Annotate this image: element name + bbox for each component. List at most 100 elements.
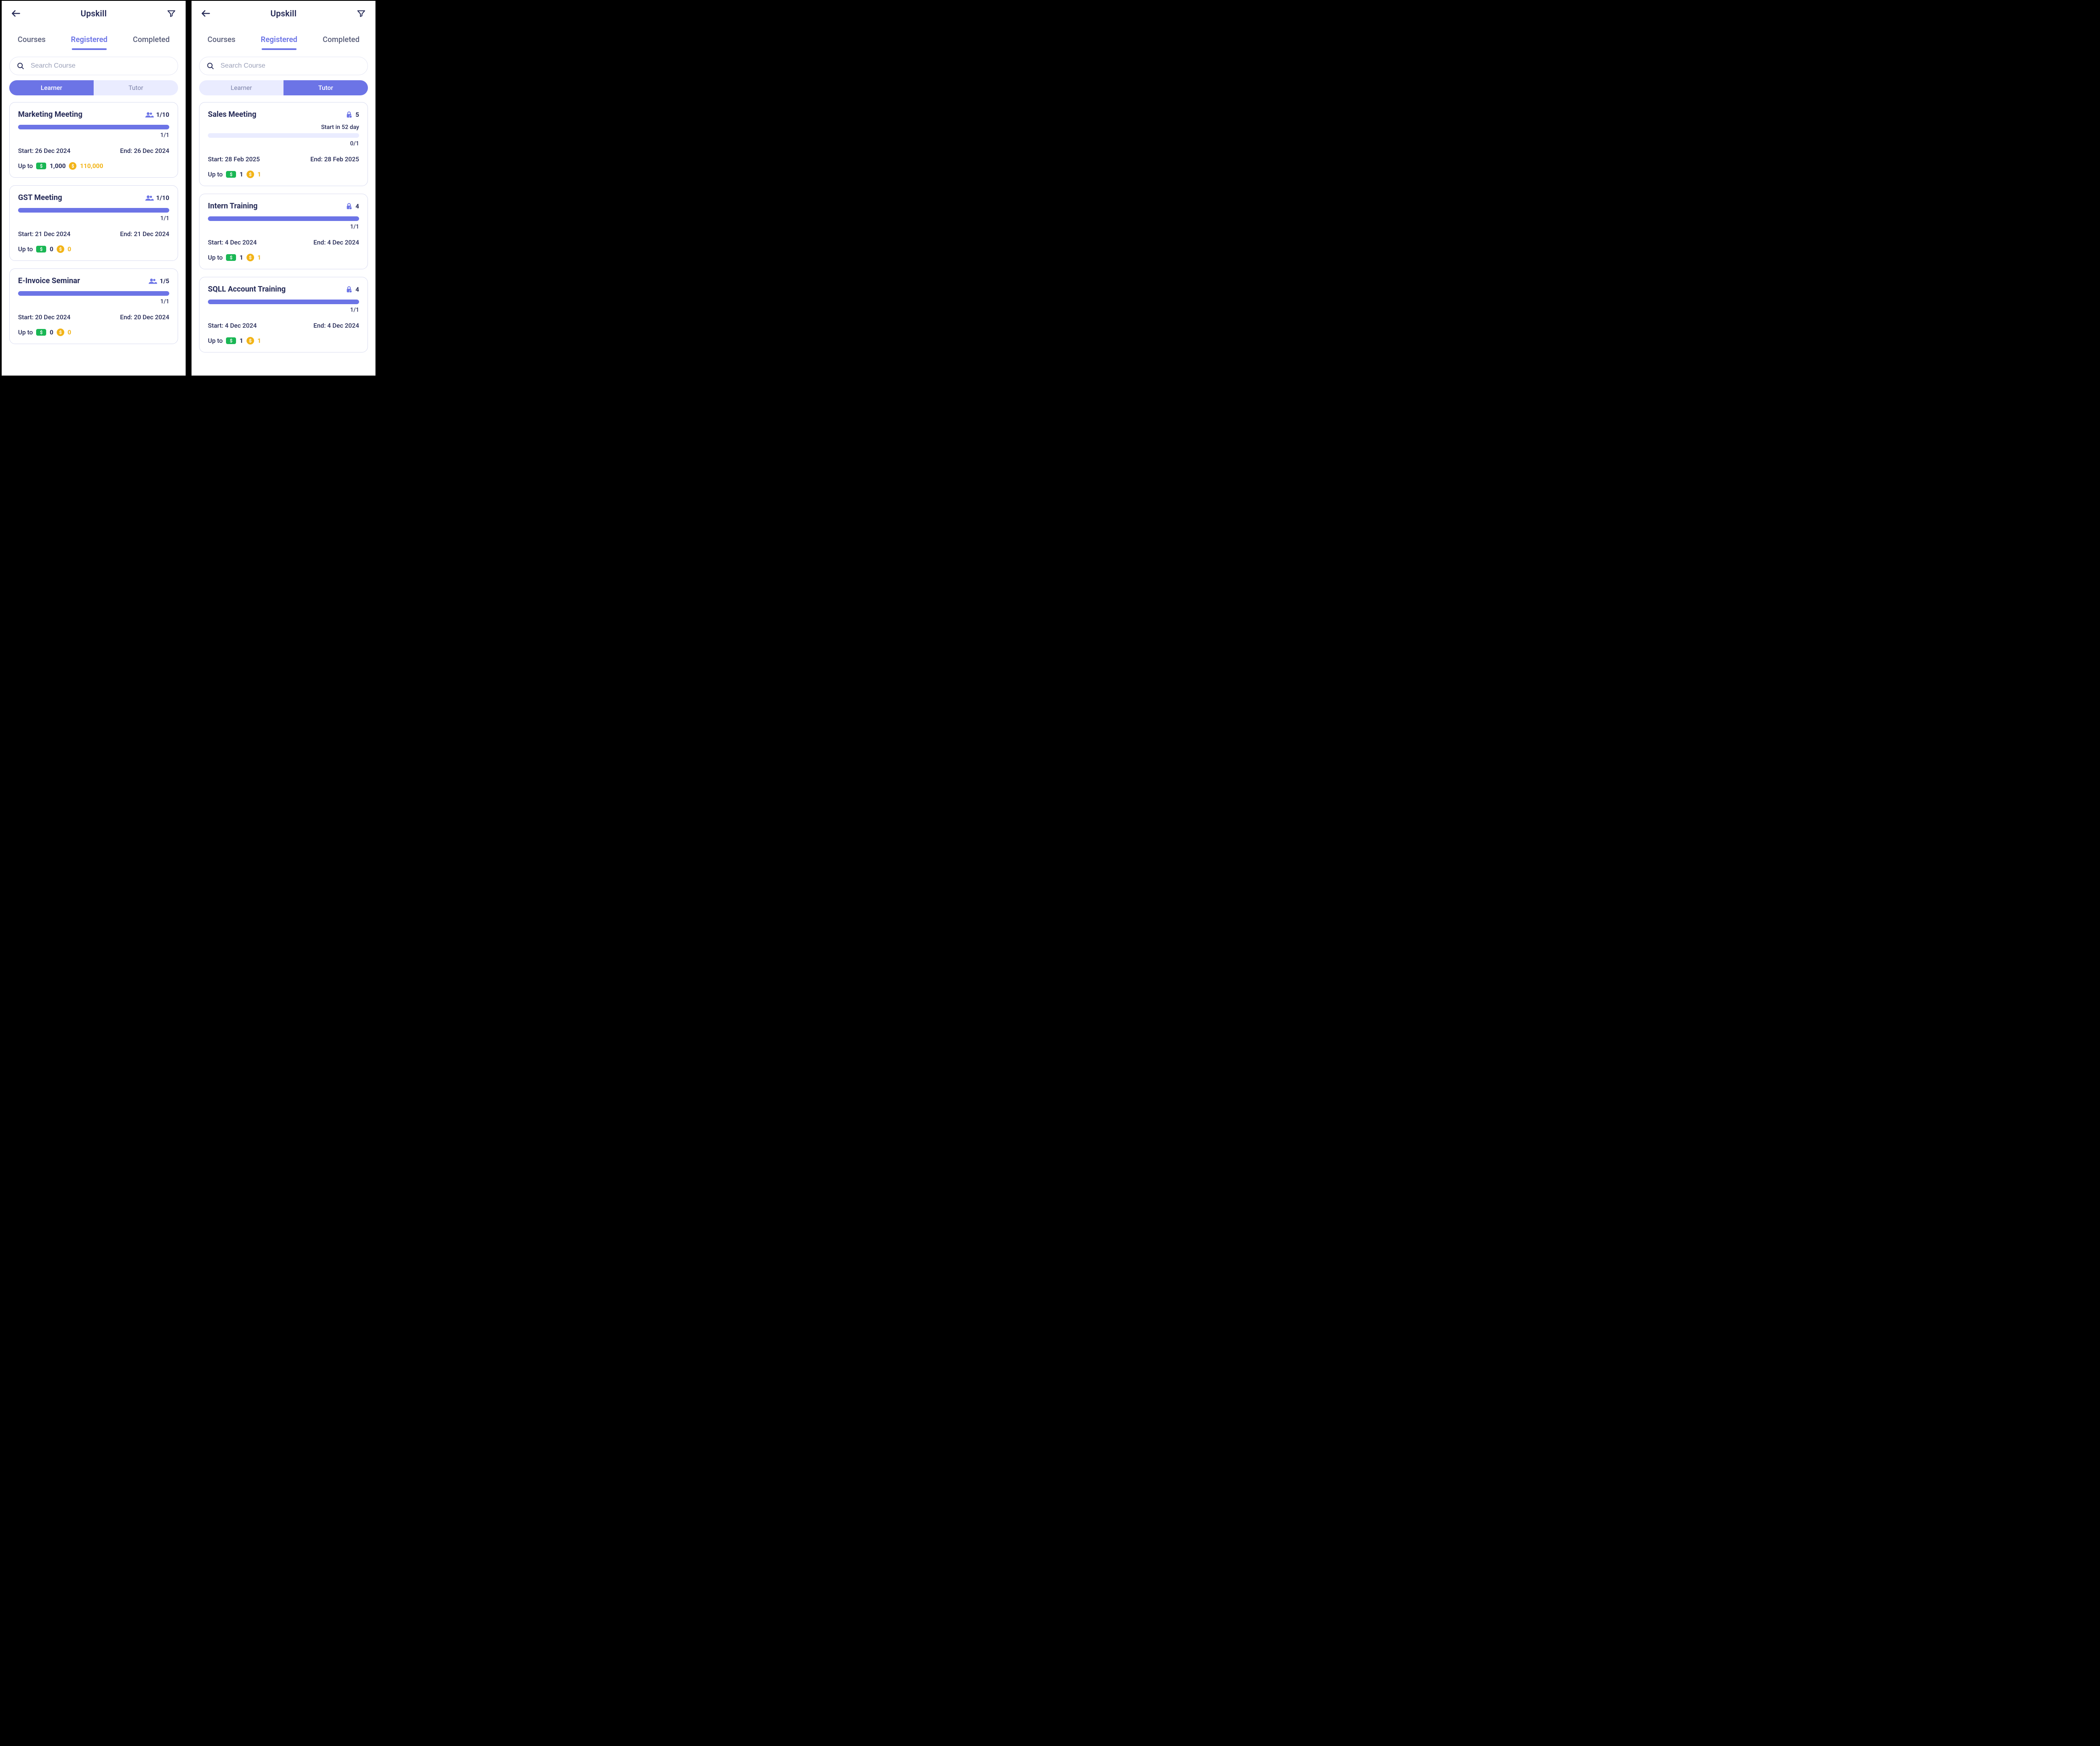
- lock-icon: [345, 286, 353, 293]
- segment-tutor[interactable]: Tutor: [94, 80, 178, 95]
- start-date: Start: 20 Dec 2024: [18, 313, 71, 321]
- search-field[interactable]: [9, 57, 178, 75]
- progress-fraction: 1/1: [18, 298, 169, 305]
- course-card[interactable]: SQLL Account Training 4 1/1 Start: 4 Dec…: [199, 277, 368, 352]
- end-date: End: 4 Dec 2024: [313, 239, 359, 246]
- progress-bar: [18, 125, 169, 129]
- date-row: Start: 4 Dec 2024 End: 4 Dec 2024: [208, 322, 359, 329]
- filter-icon: [167, 9, 176, 18]
- end-date: End: 26 Dec 2024: [120, 147, 169, 155]
- progress-fraction: 0/1: [208, 140, 359, 147]
- reward-row: Up to $ 1 $ 1: [208, 171, 359, 178]
- coin-value: 0: [68, 245, 71, 253]
- course-card[interactable]: E-Invoice Seminar 1/5 1/1 Start: 20 Dec …: [9, 268, 178, 344]
- progress-fraction: 1/1: [18, 215, 169, 222]
- upto-label: Up to: [208, 171, 223, 178]
- arrow-left-icon: [10, 8, 21, 19]
- course-title: Marketing Meeting: [18, 110, 82, 119]
- upto-label: Up to: [208, 337, 223, 344]
- start-date: Start: 26 Dec 2024: [18, 147, 71, 155]
- reward-row: Up to $ 0 $ 0: [18, 329, 169, 336]
- cash-icon: $: [36, 329, 46, 336]
- course-title: E-Invoice Seminar: [18, 276, 80, 285]
- progress-bar: [208, 300, 359, 304]
- people-icon: [145, 112, 154, 118]
- role-segment: Learner Tutor: [199, 80, 368, 95]
- course-title: SQLL Account Training: [208, 285, 286, 294]
- header-bar: Upskill: [2, 1, 186, 24]
- end-date: End: 21 Dec 2024: [120, 230, 169, 238]
- tab-registered[interactable]: Registered: [261, 35, 297, 50]
- people-icon: [149, 278, 157, 284]
- people-icon: [145, 195, 154, 201]
- capacity-count: 1/10: [145, 194, 169, 202]
- tab-courses[interactable]: Courses: [18, 35, 46, 50]
- reward-row: Up to $ 1 $ 1: [208, 254, 359, 261]
- cash-value: 1,000: [50, 162, 66, 170]
- search-input[interactable]: [220, 62, 361, 70]
- cash-value: 0: [50, 245, 53, 253]
- upto-label: Up to: [18, 162, 33, 170]
- cash-value: 1: [239, 337, 243, 344]
- coin-value: 110,000: [80, 162, 103, 170]
- capacity-count: 1/10: [145, 111, 169, 118]
- progress-fraction: 1/1: [18, 132, 169, 139]
- back-button[interactable]: [9, 7, 23, 20]
- search-input[interactable]: [30, 62, 171, 70]
- capacity-count: 1/5: [149, 277, 169, 285]
- role-segment: Learner Tutor: [9, 80, 178, 95]
- progress-bar: [18, 291, 169, 296]
- search-field[interactable]: [199, 57, 368, 75]
- course-card[interactable]: Sales Meeting 5 Start in 52 day 0/1 Star…: [199, 102, 368, 186]
- phone-tutor: Upskill Courses Registered Completed Lea…: [192, 1, 375, 376]
- coin-icon: $: [247, 171, 254, 178]
- progress-bar: [208, 216, 359, 221]
- cash-icon: $: [36, 246, 46, 252]
- end-date: End: 4 Dec 2024: [313, 322, 359, 329]
- date-row: Start: 28 Feb 2025 End: 28 Feb 2025: [208, 155, 359, 163]
- tab-completed[interactable]: Completed: [133, 35, 170, 50]
- tab-courses[interactable]: Courses: [207, 35, 236, 50]
- course-card[interactable]: Intern Training 4 1/1 Start: 4 Dec 2024 …: [199, 194, 368, 269]
- start-date: Start: 4 Dec 2024: [208, 322, 257, 329]
- course-title: Sales Meeting: [208, 110, 256, 119]
- progress-fraction: 1/1: [208, 224, 359, 230]
- tab-registered[interactable]: Registered: [71, 35, 108, 50]
- cash-value: 1: [239, 254, 243, 261]
- cash-icon: $: [36, 163, 46, 169]
- filter-button[interactable]: [354, 7, 368, 20]
- tab-row: Courses Registered Completed: [2, 24, 186, 50]
- progress-bar: [18, 208, 169, 213]
- reward-row: Up to $ 0 $ 0: [18, 245, 169, 253]
- date-row: Start: 26 Dec 2024 End: 26 Dec 2024: [18, 147, 169, 155]
- course-list: Sales Meeting 5 Start in 52 day 0/1 Star…: [192, 102, 375, 360]
- lock-icon: [345, 202, 353, 210]
- coin-icon: $: [57, 329, 64, 336]
- back-button[interactable]: [199, 7, 213, 20]
- reward-row: Up to $ 1 $ 1: [208, 337, 359, 344]
- course-list: Marketing Meeting 1/10 1/1 Start: 26 Dec…: [2, 102, 186, 352]
- progress-fraction: 1/1: [208, 307, 359, 313]
- countdown-text: Start in 52 day: [208, 124, 359, 131]
- start-date: Start: 21 Dec 2024: [18, 230, 71, 238]
- search-icon: [206, 62, 215, 70]
- coin-value: 1: [257, 337, 261, 344]
- course-title: Intern Training: [208, 202, 257, 210]
- tab-completed[interactable]: Completed: [323, 35, 360, 50]
- course-title: GST Meeting: [18, 193, 62, 202]
- end-date: End: 20 Dec 2024: [120, 313, 169, 321]
- segment-learner[interactable]: Learner: [199, 80, 284, 95]
- segment-tutor[interactable]: Tutor: [284, 80, 368, 95]
- coin-value: 1: [257, 171, 261, 178]
- course-card[interactable]: Marketing Meeting 1/10 1/1 Start: 26 Dec…: [9, 102, 178, 178]
- coin-icon: $: [247, 337, 254, 344]
- cash-icon: $: [226, 337, 236, 344]
- reward-row: Up to $ 1,000 $ 110,000: [18, 162, 169, 170]
- coin-value: 1: [257, 254, 261, 261]
- course-card[interactable]: GST Meeting 1/10 1/1 Start: 21 Dec 2024 …: [9, 185, 178, 261]
- search-icon: [16, 62, 25, 70]
- tab-row: Courses Registered Completed: [192, 24, 375, 50]
- segment-learner[interactable]: Learner: [9, 80, 94, 95]
- progress-bar: [208, 133, 359, 138]
- filter-button[interactable]: [165, 7, 178, 20]
